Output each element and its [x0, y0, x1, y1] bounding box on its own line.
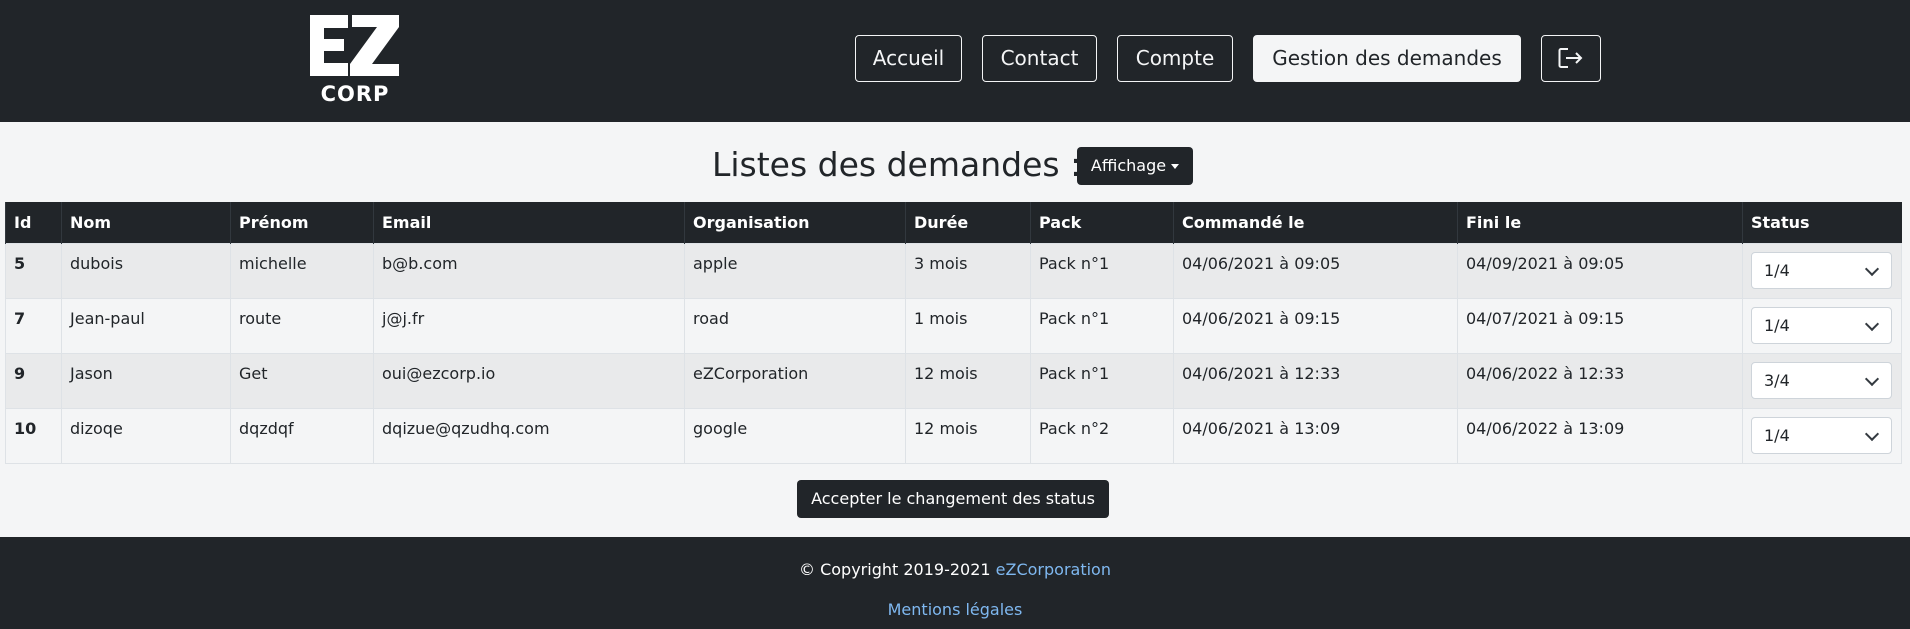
col-header-email: Email [373, 202, 685, 243]
chevron-down-icon [1864, 426, 1880, 441]
cell-pack: Pack n°2 [1030, 407, 1174, 464]
status-select[interactable]: 1/4 [1751, 416, 1892, 454]
page-title: Listes des demandes : [712, 145, 1082, 184]
col-header-duree: Durée [905, 202, 1031, 243]
cell-pack: Pack n°1 [1030, 297, 1174, 354]
cell-status: 3/4 [1742, 352, 1902, 409]
table-row: 9 Jason Get oui@ezcorp.io eZCorporation … [5, 352, 1902, 409]
cell-pack: Pack n°1 [1030, 352, 1174, 409]
accept-status-change-button[interactable]: Accepter le changement des status [797, 480, 1109, 518]
cell-nom: dizoqe [61, 407, 231, 464]
ezcorp-logo[interactable]: CORP [310, 15, 400, 106]
col-header-prenom: Prénom [230, 202, 374, 243]
col-header-commande: Commandé le [1173, 202, 1458, 243]
copyright-label: © Copyright 2019-2021 [799, 560, 996, 579]
cell-email: j@j.fr [373, 297, 685, 354]
cell-prenom: Get [230, 352, 374, 409]
cell-pack: Pack n°1 [1030, 242, 1174, 299]
copyright-text: © Copyright 2019-2021 eZCorporation [0, 560, 1910, 579]
status-select-value: 1/4 [1764, 260, 1790, 280]
cell-nom: Jason [61, 352, 231, 409]
col-header-status: Status [1742, 202, 1902, 243]
chevron-down-icon [1864, 261, 1880, 276]
demandes-table: Id Nom Prénom Email Organisation Durée P… [5, 202, 1902, 464]
col-header-fini: Fini le [1457, 202, 1743, 243]
cell-status: 1/4 [1742, 297, 1902, 354]
cell-email: b@b.com [373, 242, 685, 299]
col-header-id: Id [5, 202, 62, 243]
nav-gestion-demandes-button[interactable]: Gestion des demandes [1253, 35, 1521, 82]
cell-duree: 12 mois [905, 352, 1031, 409]
heading-row: Listes des demandes : Affichage [0, 142, 1910, 188]
cell-status: 1/4 [1742, 242, 1902, 299]
cell-fini: 04/09/2021 à 09:05 [1457, 242, 1743, 299]
cell-duree: 3 mois [905, 242, 1031, 299]
logo-corp-text: CORP [321, 82, 390, 103]
cell-prenom: dqzdqf [230, 407, 374, 464]
status-select-value: 3/4 [1764, 370, 1790, 390]
company-link[interactable]: eZCorporation [996, 560, 1111, 579]
table-row: 5 dubois michelle b@b.com apple 3 mois P… [5, 242, 1902, 299]
cell-fini: 04/06/2022 à 13:09 [1457, 407, 1743, 464]
cell-duree: 12 mois [905, 407, 1031, 464]
cell-duree: 1 mois [905, 297, 1031, 354]
mentions-legales-link[interactable]: Mentions légales [0, 600, 1910, 619]
cell-nom: Jean-paul [61, 297, 231, 354]
cell-id: 9 [5, 352, 62, 409]
nav-accueil-button[interactable]: Accueil [855, 35, 962, 82]
cell-fini: 04/07/2021 à 09:15 [1457, 297, 1743, 354]
cell-id: 7 [5, 297, 62, 354]
cell-prenom: michelle [230, 242, 374, 299]
navbar: CORP Accueil Contact Compte Gestion des … [0, 0, 1910, 122]
status-select[interactable]: 1/4 [1751, 251, 1892, 289]
cell-commande: 04/06/2021 à 13:09 [1173, 407, 1458, 464]
table-row: 7 Jean-paul route j@j.fr road 1 mois Pac… [5, 297, 1902, 354]
col-header-nom: Nom [61, 202, 231, 243]
caret-down-icon [1171, 164, 1180, 169]
table-header-row: Id Nom Prénom Email Organisation Durée P… [5, 202, 1902, 243]
cell-organisation: google [684, 407, 906, 464]
cell-organisation: eZCorporation [684, 352, 906, 409]
footer: © Copyright 2019-2021 eZCorporation Ment… [0, 537, 1910, 629]
chevron-down-icon [1864, 316, 1880, 331]
chevron-down-icon [1864, 371, 1880, 386]
cell-email: oui@ezcorp.io [373, 352, 685, 409]
cell-organisation: apple [684, 242, 906, 299]
cell-fini: 04/06/2022 à 12:33 [1457, 352, 1743, 409]
col-header-organisation: Organisation [684, 202, 906, 243]
status-select-value: 1/4 [1764, 315, 1790, 335]
col-header-pack: Pack [1030, 202, 1174, 243]
logout-button[interactable] [1541, 35, 1601, 82]
affichage-label: Affichage [1090, 156, 1167, 175]
table-row: 10 dizoqe dqzdqf dqizue@qzudhq.com googl… [5, 407, 1902, 464]
status-select-value: 1/4 [1764, 425, 1790, 445]
cell-organisation: road [684, 297, 906, 354]
affichage-dropdown-button[interactable]: Affichage [1077, 147, 1193, 185]
status-select[interactable]: 3/4 [1751, 361, 1892, 399]
nav-compte-button[interactable]: Compte [1117, 35, 1233, 82]
cell-commande: 04/06/2021 à 09:05 [1173, 242, 1458, 299]
cell-id: 10 [5, 407, 62, 464]
nav-contact-button[interactable]: Contact [982, 35, 1097, 82]
cell-commande: 04/06/2021 à 09:15 [1173, 297, 1458, 354]
cell-nom: dubois [61, 242, 231, 299]
cell-status: 1/4 [1742, 407, 1902, 464]
cell-email: dqizue@qzudhq.com [373, 407, 685, 464]
cell-id: 5 [5, 242, 62, 299]
cell-prenom: route [230, 297, 374, 354]
status-select[interactable]: 1/4 [1751, 306, 1892, 344]
cell-commande: 04/06/2021 à 12:33 [1173, 352, 1458, 409]
logout-icon [1558, 48, 1583, 68]
